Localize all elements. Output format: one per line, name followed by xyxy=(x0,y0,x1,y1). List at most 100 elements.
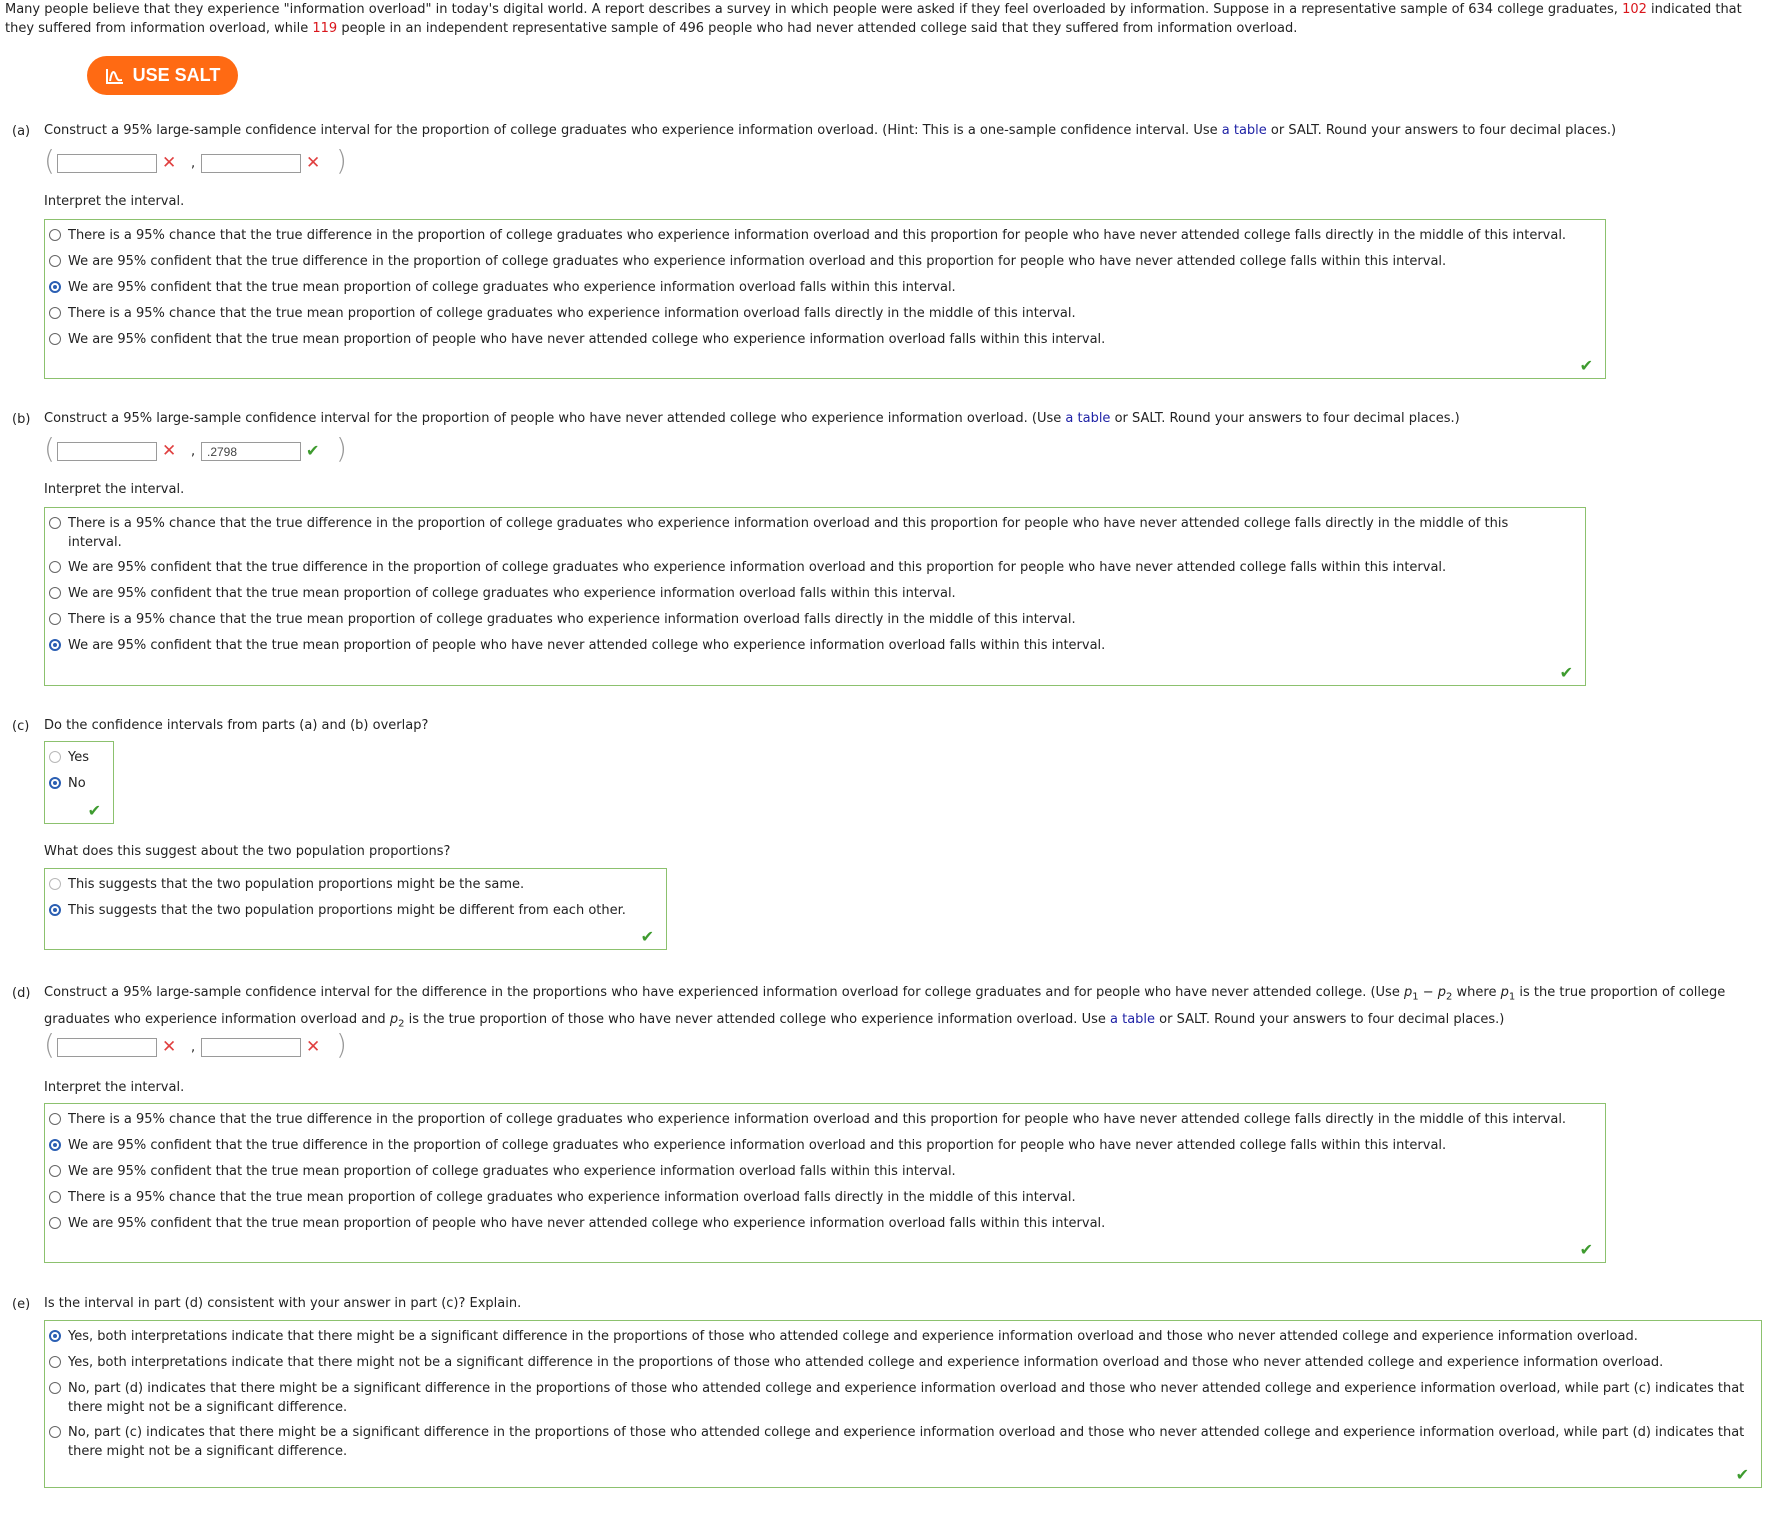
part-a-upper-input[interactable] xyxy=(201,154,301,173)
red-x-icon: ✕ xyxy=(162,1037,177,1057)
green-check-icon: ✔ xyxy=(1579,356,1593,375)
use-salt-button[interactable]: USE SALT xyxy=(87,56,238,95)
intro-text-1: Many people believe that they experience… xyxy=(5,2,1623,17)
radio-button[interactable] xyxy=(49,229,61,241)
radio-button[interactable] xyxy=(49,878,61,890)
part-d-question: Construct a 95% large-sample confidence … xyxy=(44,985,1726,1030)
green-check-icon: ✔ xyxy=(1579,1240,1593,1259)
part-a-option-1[interactable]: There is a 95% chance that the true diff… xyxy=(49,226,1566,245)
part-e-label: (e) xyxy=(12,1297,31,1312)
part-a-lower-input[interactable] xyxy=(57,154,157,173)
red-x-icon: ✕ xyxy=(162,441,177,461)
radio-button[interactable] xyxy=(49,1356,61,1368)
part-d-option-4[interactable]: There is a 95% chance that the true mean… xyxy=(49,1188,1076,1207)
radio-button[interactable] xyxy=(49,751,61,763)
part-a-option-4[interactable]: There is a 95% chance that the true mean… xyxy=(49,304,1076,323)
part-a-question: Construct a 95% large-sample confidence … xyxy=(44,123,1617,138)
open-paren: ( xyxy=(44,1028,55,1061)
green-check-icon: ✔ xyxy=(1559,663,1573,682)
radio-button[interactable] xyxy=(49,1426,61,1438)
part-e-option-2[interactable]: Yes, both interpretations indicate that … xyxy=(49,1353,1749,1372)
radio-button[interactable] xyxy=(49,587,61,599)
close-paren: ) xyxy=(336,144,347,177)
radio-button-selected[interactable] xyxy=(49,1139,61,1151)
part-b-options-box: There is a 95% chance that the true diff… xyxy=(44,507,1586,686)
part-b-option-4[interactable]: There is a 95% chance that the true mean… xyxy=(49,610,1076,629)
close-paren: ) xyxy=(336,1028,347,1061)
radio-button[interactable] xyxy=(49,307,61,319)
radio-button[interactable] xyxy=(49,1217,61,1229)
radio-button-selected[interactable] xyxy=(49,639,61,651)
part-a-option-2[interactable]: We are 95% confident that the true diffe… xyxy=(49,252,1446,271)
table-link[interactable]: a table xyxy=(1065,411,1110,426)
part-a-option-5[interactable]: We are 95% confident that the true mean … xyxy=(49,330,1105,349)
radio-button[interactable] xyxy=(49,517,61,529)
radio-button-selected[interactable] xyxy=(49,904,61,916)
part-b-option-1[interactable]: There is a 95% chance that the true diff… xyxy=(49,514,1539,552)
part-a-interval: ( ✕ , ✕ ) xyxy=(44,144,347,177)
part-d-lower-input[interactable] xyxy=(57,1038,157,1057)
part-c-options-box: Yes No ✔ xyxy=(44,741,114,824)
part-b-lower-input[interactable] xyxy=(57,442,157,461)
close-paren: ) xyxy=(336,432,347,465)
part-a-interpret-label: Interpret the interval. xyxy=(44,194,185,209)
radio-button[interactable] xyxy=(49,1382,61,1394)
part-c-option-yes[interactable]: Yes xyxy=(49,748,89,767)
green-check-icon: ✔ xyxy=(640,927,654,946)
open-paren: ( xyxy=(44,144,55,177)
radio-button-selected[interactable] xyxy=(49,1330,61,1342)
part-e-question: Is the interval in part (d) consistent w… xyxy=(44,1296,522,1311)
table-link[interactable]: a table xyxy=(1222,123,1267,138)
part-c-label: (c) xyxy=(12,719,30,734)
part-b-upper-input[interactable] xyxy=(201,442,301,461)
radio-button-selected[interactable] xyxy=(49,281,61,293)
radio-button[interactable] xyxy=(49,613,61,625)
table-link[interactable]: a table xyxy=(1110,1012,1155,1027)
problem-statement: Many people believe that they experience… xyxy=(5,0,1763,38)
part-e-option-4[interactable]: No, part (c) indicates that there might … xyxy=(49,1423,1749,1461)
part-d-interval: ( ✕ , ✕ ) xyxy=(44,1028,347,1061)
part-a-option-3[interactable]: We are 95% confident that the true mean … xyxy=(49,278,956,297)
part-b-question: Construct a 95% large-sample confidence … xyxy=(44,411,1460,426)
intro-number-non-college: 119 xyxy=(312,21,338,36)
part-c2-option-different[interactable]: This suggests that the two population pr… xyxy=(49,901,626,920)
part-b-interval: ( ✕ , ✔ ) xyxy=(44,432,347,466)
part-c-question: Do the confidence intervals from parts (… xyxy=(44,718,429,733)
radio-button[interactable] xyxy=(49,1113,61,1125)
radio-button[interactable] xyxy=(49,1165,61,1177)
part-c-question-2: What does this suggest about the two pop… xyxy=(44,844,451,859)
part-d-option-2[interactable]: We are 95% confident that the true diffe… xyxy=(49,1136,1446,1155)
part-b-option-5[interactable]: We are 95% confident that the true mean … xyxy=(49,636,1105,655)
part-b-label: (b) xyxy=(12,412,31,427)
part-e-options-box: Yes, both interpretations indicate that … xyxy=(44,1320,1762,1488)
radio-button-selected[interactable] xyxy=(49,777,61,789)
part-d-options-box: There is a 95% chance that the true diff… xyxy=(44,1103,1606,1263)
open-paren: ( xyxy=(44,432,55,465)
part-b-option-2[interactable]: We are 95% confident that the true diffe… xyxy=(49,558,1446,577)
green-check-icon: ✔ xyxy=(1735,1465,1749,1484)
part-b-interpret-label: Interpret the interval. xyxy=(44,482,185,497)
part-d-upper-input[interactable] xyxy=(201,1038,301,1057)
part-d-label: (d) xyxy=(12,986,31,1001)
red-x-icon: ✕ xyxy=(162,153,177,173)
part-d-option-1[interactable]: There is a 95% chance that the true diff… xyxy=(49,1110,1566,1129)
radio-button[interactable] xyxy=(49,333,61,345)
use-salt-label: USE SALT xyxy=(132,65,221,85)
red-x-icon: ✕ xyxy=(306,1037,321,1057)
part-c-options-box-2: This suggests that the two population pr… xyxy=(44,868,667,950)
part-c2-option-same[interactable]: This suggests that the two population pr… xyxy=(49,875,524,894)
part-b-option-3[interactable]: We are 95% confident that the true mean … xyxy=(49,584,956,603)
part-c-option-no[interactable]: No xyxy=(49,774,86,793)
radio-button[interactable] xyxy=(49,1191,61,1203)
radio-button[interactable] xyxy=(49,255,61,267)
radio-button[interactable] xyxy=(49,561,61,573)
green-check-icon: ✔ xyxy=(87,801,101,820)
part-e-option-1[interactable]: Yes, both interpretations indicate that … xyxy=(49,1327,1749,1346)
part-e-option-3[interactable]: No, part (d) indicates that there might … xyxy=(49,1379,1749,1417)
green-check-icon: ✔ xyxy=(306,441,320,460)
intro-text-3: people in an independent representative … xyxy=(337,21,1298,36)
part-a-label: (a) xyxy=(12,124,31,139)
part-d-option-5[interactable]: We are 95% confident that the true mean … xyxy=(49,1214,1105,1233)
part-d-option-3[interactable]: We are 95% confident that the true mean … xyxy=(49,1162,956,1181)
intro-number-graduates: 102 xyxy=(1622,2,1647,17)
